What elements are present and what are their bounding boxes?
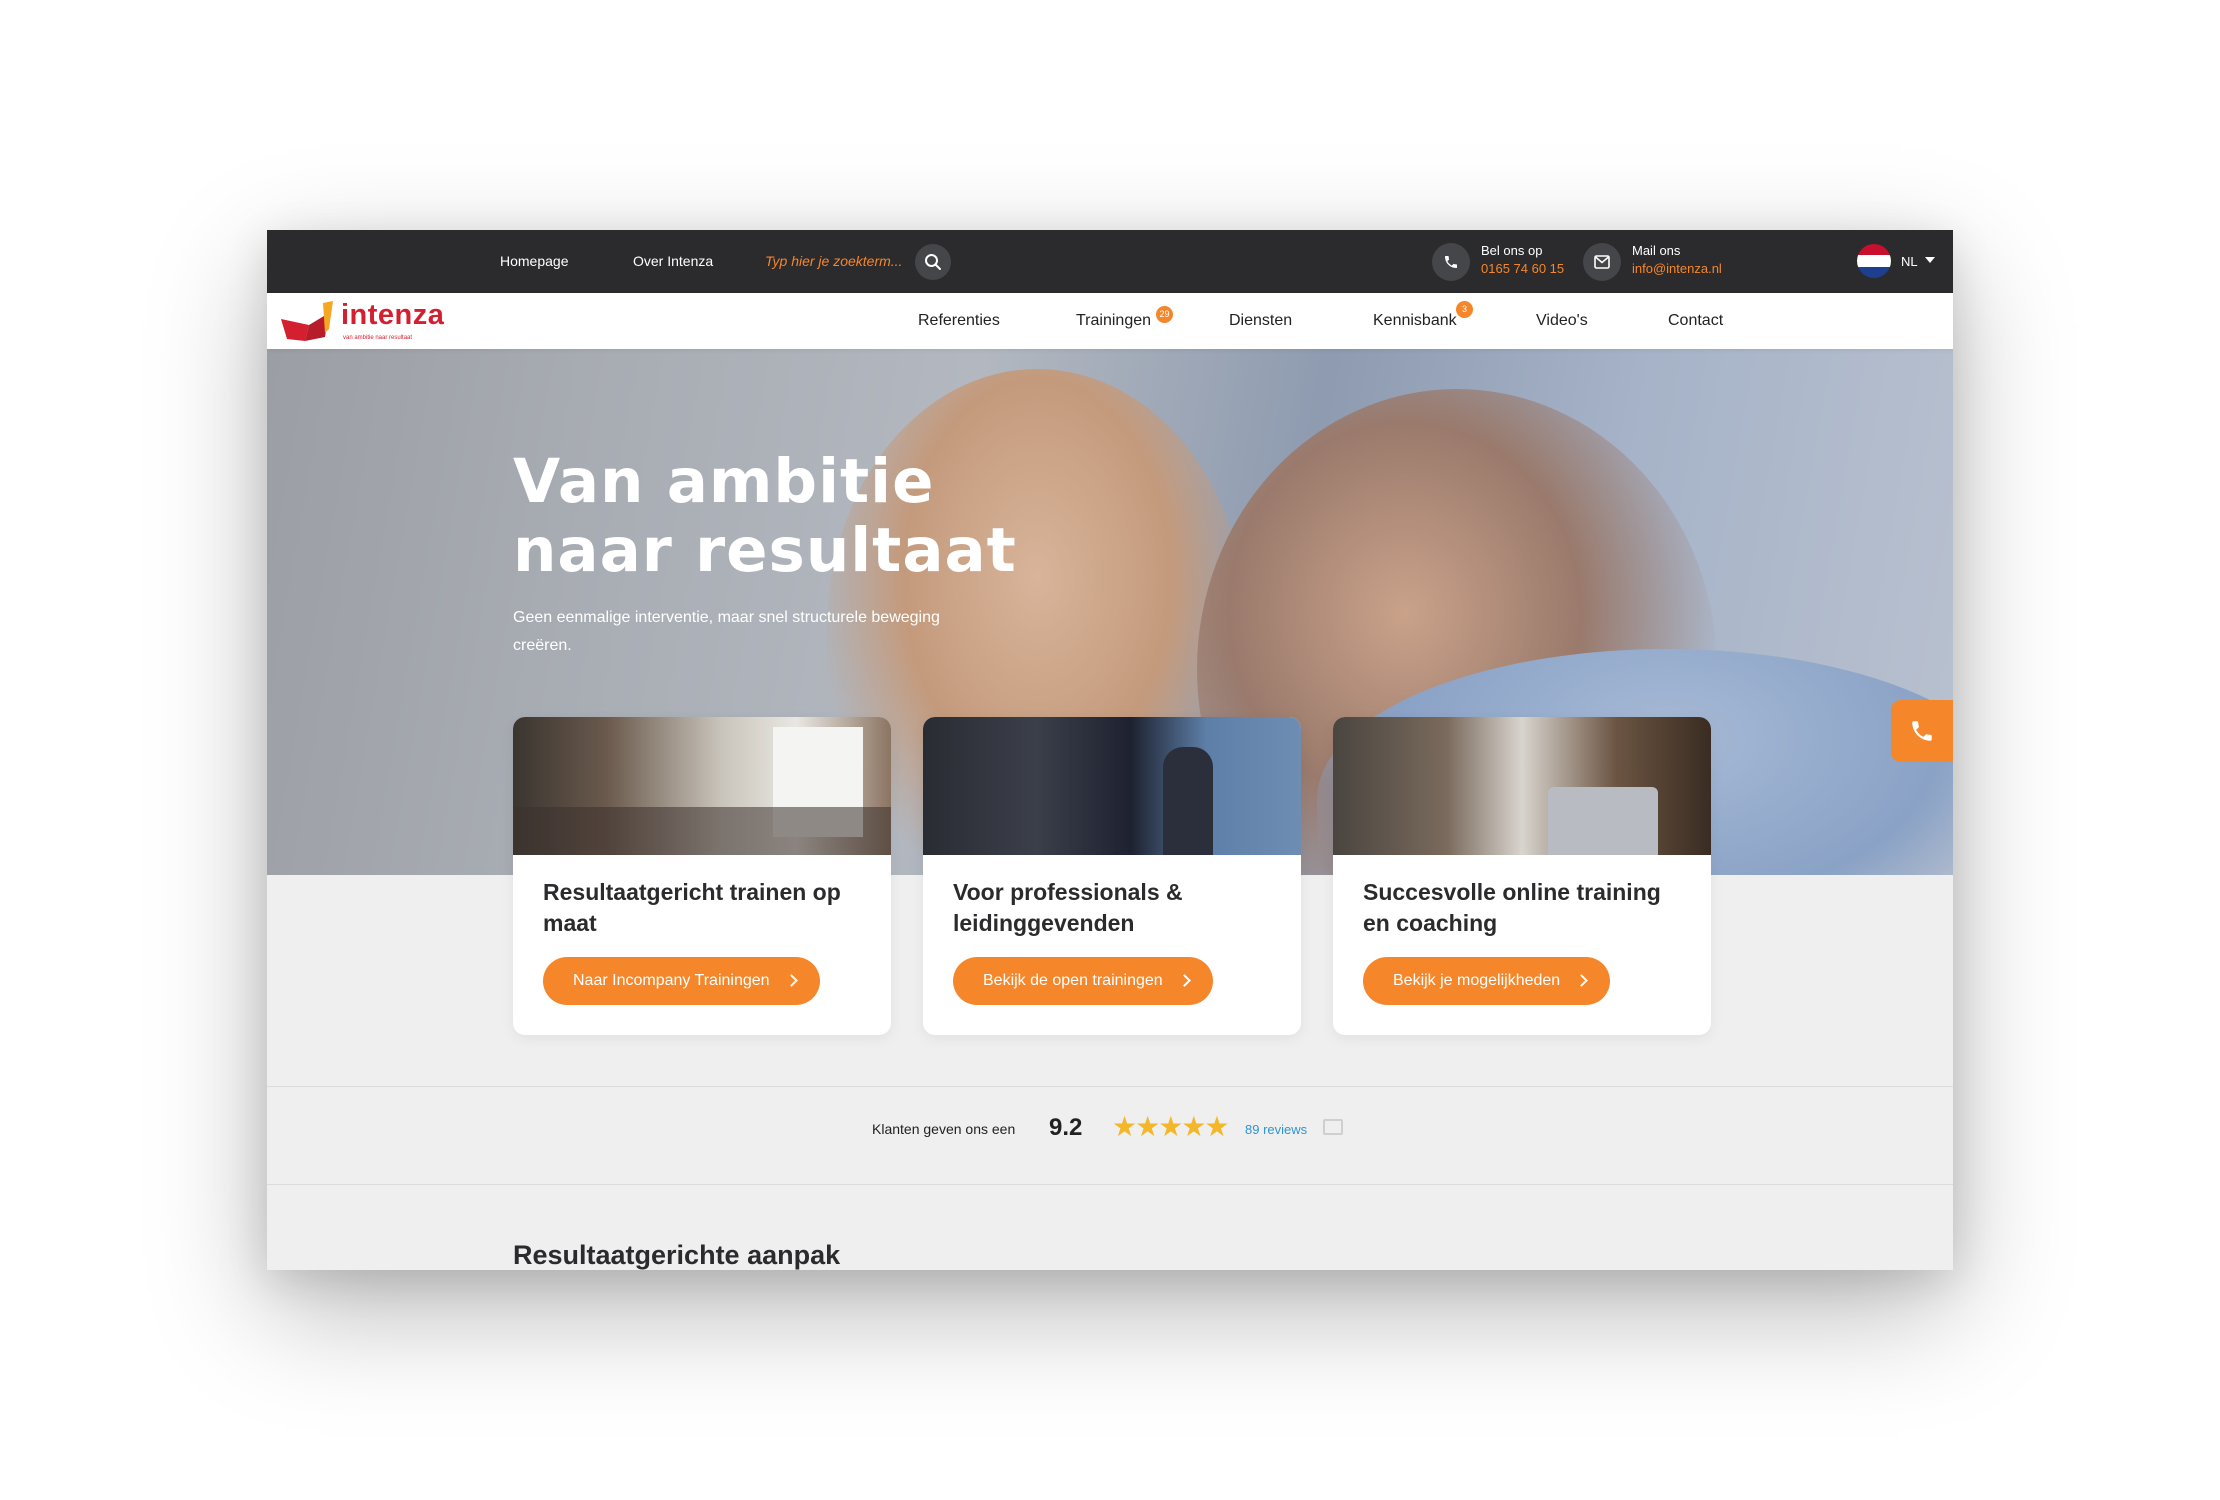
external-link-icon[interactable] <box>1323 1119 1343 1135</box>
mogelijkheden-button[interactable]: Bekijk je mogelijkheden <box>1363 957 1611 1005</box>
hero-title: Van ambitie naar resultaat <box>513 447 1017 585</box>
card-image-presentation <box>923 717 1301 855</box>
button-label: Bekijk de open trainingen <box>983 972 1163 989</box>
card-title: Voor professionals & leidinggevenden <box>953 879 1183 936</box>
review-score: 9.2 <box>1049 1114 1083 1141</box>
flag-nl-icon[interactable] <box>1857 244 1891 278</box>
nav-diensten[interactable]: Diensten <box>1229 293 1292 349</box>
mail-label: Mail ons <box>1632 243 1681 258</box>
trainingen-badge: 29 <box>1156 306 1173 323</box>
floating-call-button[interactable] <box>1891 700 1953 762</box>
card-image-online-coaching <box>1333 717 1711 855</box>
reviews-link[interactable]: 89 reviews <box>1245 1122 1307 1137</box>
review-stars: ★★★★★ <box>1112 1111 1230 1142</box>
nav-videos[interactable]: Video's <box>1536 293 1588 349</box>
card-title: Succesvolle online training en coaching <box>1363 879 1661 936</box>
nav-trainingen[interactable]: Trainingen <box>1076 293 1151 349</box>
hero-title-line1: Van ambitie <box>513 446 935 517</box>
language-selector[interactable]: NL <box>1901 230 1918 293</box>
nav-homepage[interactable]: Homepage <box>500 230 569 293</box>
mail-icon[interactable] <box>1583 243 1621 281</box>
hero-subtitle: Geen eenmalige interventie, maar snel st… <box>513 609 940 654</box>
chevron-right-icon <box>784 974 798 987</box>
button-label: Bekijk je mogelijkheden <box>1393 972 1561 989</box>
nav-referenties[interactable]: Referenties <box>918 293 1000 349</box>
card-open-trainingen[interactable]: Voor professionals & leidinggevenden Bek… <box>923 717 1301 1035</box>
chevron-down-icon[interactable] <box>1925 257 1935 263</box>
kennisbank-badge: 3 <box>1456 301 1473 318</box>
phone-icon[interactable] <box>1432 243 1470 281</box>
card-image-meeting <box>513 717 891 855</box>
site-window: Homepage Over Intenza Typ hier je zoekte… <box>267 230 1953 1270</box>
search-icon[interactable] <box>915 244 951 280</box>
logo-wordmark: intenza <box>341 299 445 331</box>
divider <box>267 1184 1953 1185</box>
main-navigation: intenza van ambitie naar resultaat Refer… <box>267 293 1953 349</box>
phone-label: Bel ons op <box>1481 243 1543 258</box>
chevron-right-icon <box>1177 974 1191 987</box>
card-incompany[interactable]: Resultaatgericht trainen op maat Naar In… <box>513 717 891 1035</box>
chevron-right-icon <box>1575 974 1589 987</box>
logo[interactable]: intenza van ambitie naar resultaat <box>279 299 459 343</box>
phone-icon <box>1912 721 1932 741</box>
open-trainingen-button[interactable]: Bekijk de open trainingen <box>953 957 1213 1005</box>
review-intro: Klanten geven ons een <box>872 1121 1016 1137</box>
hero-title-line2: naar resultaat <box>513 515 1017 586</box>
top-bar: Homepage Over Intenza Typ hier je zoekte… <box>267 230 1953 293</box>
search-input[interactable]: Typ hier je zoekterm... <box>765 230 902 293</box>
section-title: Resultaatgerichte aanpak <box>513 1240 841 1270</box>
button-label: Naar Incompany Trainingen <box>573 972 770 989</box>
card-title: Resultaatgericht trainen op maat <box>543 879 841 936</box>
mail-contact[interactable]: Mail ons info@intenza.nl <box>1632 242 1722 278</box>
card-online-training[interactable]: Succesvolle online training en coaching … <box>1333 717 1711 1035</box>
divider <box>267 1086 1953 1087</box>
logo-tagline: van ambitie naar resultaat <box>343 335 413 341</box>
nav-kennisbank[interactable]: Kennisbank <box>1373 293 1457 349</box>
nav-contact[interactable]: Contact <box>1668 293 1723 349</box>
incompany-trainingen-button[interactable]: Naar Incompany Trainingen <box>543 957 820 1005</box>
phone-number[interactable]: 0165 74 60 15 <box>1481 260 1564 278</box>
logo-mark-icon <box>281 301 333 341</box>
mail-address[interactable]: info@intenza.nl <box>1632 260 1722 278</box>
phone-contact[interactable]: Bel ons op 0165 74 60 15 <box>1481 242 1564 278</box>
nav-over-intenza[interactable]: Over Intenza <box>633 230 713 293</box>
